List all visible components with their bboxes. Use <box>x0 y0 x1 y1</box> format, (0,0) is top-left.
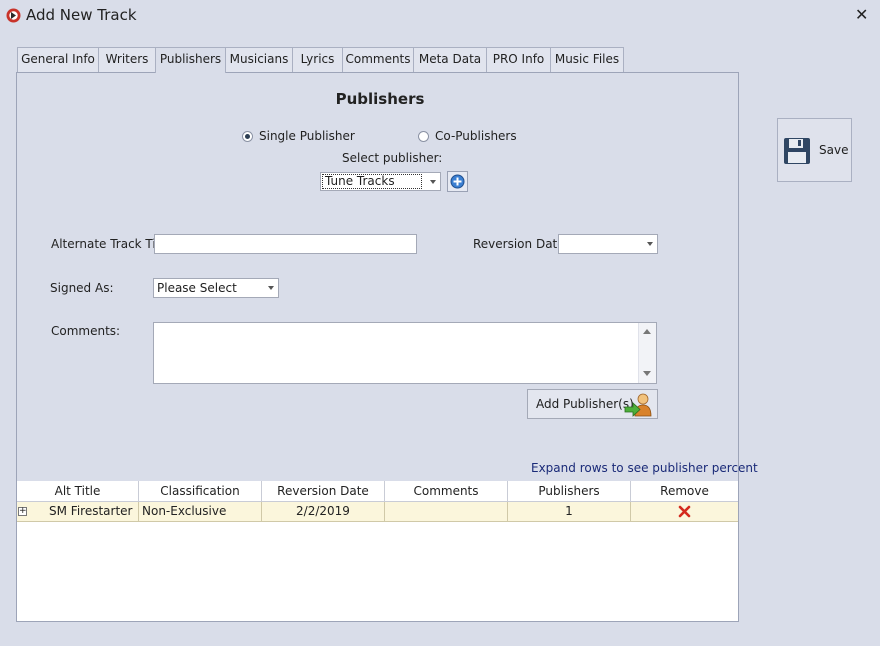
expand-row-icon[interactable]: + <box>18 507 27 516</box>
row-reversion-date: 2/2/2019 <box>262 502 385 522</box>
co-publishers-radio[interactable] <box>418 131 429 142</box>
tab-writers[interactable]: Writers <box>98 47 156 72</box>
single-publisher-label: Single Publisher <box>259 129 355 143</box>
column-header-publishers[interactable]: Publishers <box>508 481 631 502</box>
comments-textarea[interactable] <box>153 322 657 384</box>
signed-as-select[interactable]: Please Select <box>153 278 279 298</box>
chevron-down-icon <box>430 180 436 184</box>
row-remove-cell <box>631 502 738 522</box>
add-new-publisher-button[interactable] <box>447 171 468 192</box>
row-classification: Non-Exclusive <box>139 502 262 522</box>
plus-circle-icon <box>450 174 465 189</box>
save-label: Save <box>819 143 849 157</box>
row-publishers: 1 <box>508 502 631 522</box>
column-header-comments[interactable]: Comments <box>385 481 508 502</box>
column-header-classification[interactable]: Classification <box>139 481 262 502</box>
signed-as-label: Signed As: <box>50 281 114 295</box>
select-publisher-label: Select publisher: <box>342 151 443 165</box>
co-publishers-label: Co-Publishers <box>435 129 517 143</box>
comments-scrollbar[interactable] <box>638 323 656 383</box>
close-icon[interactable]: ✕ <box>855 5 868 24</box>
expand-rows-hint: Expand rows to see publisher percent <box>531 461 758 475</box>
scroll-down-icon[interactable] <box>643 371 651 376</box>
tab-music-files[interactable]: Music Files <box>550 47 624 72</box>
alt-title-input[interactable] <box>154 234 417 254</box>
tab-meta-data[interactable]: Meta Data <box>413 47 487 72</box>
publisher-select-value: Tune Tracks <box>322 174 422 189</box>
column-header-alt-title[interactable]: Alt Title <box>17 481 139 502</box>
reversion-date-label: Reversion Date: <box>473 237 569 251</box>
tab-comments[interactable]: Comments <box>342 47 414 72</box>
publishers-grid: Alt Title Classification Reversion Date … <box>17 481 738 621</box>
app-logo-icon <box>6 8 21 23</box>
signed-as-value: Please Select <box>157 281 237 295</box>
title-bar: Add New Track ✕ <box>0 0 880 30</box>
tab-general-info[interactable]: General Info <box>17 47 99 72</box>
single-publisher-radio[interactable] <box>242 131 253 142</box>
add-publishers-button[interactable]: Add Publisher(s) <box>527 389 658 419</box>
row-alt-title: SM Firestarter <box>49 504 133 518</box>
save-button[interactable]: Save <box>777 118 852 182</box>
column-header-remove[interactable]: Remove <box>631 481 738 502</box>
window-title: Add New Track <box>26 6 137 24</box>
reversion-date-picker[interactable] <box>558 234 658 254</box>
section-title: Publishers <box>335 90 425 108</box>
comments-label: Comments: <box>51 324 121 338</box>
publisher-select[interactable]: Tune Tracks <box>320 172 441 191</box>
column-header-reversion-date[interactable]: Reversion Date <box>262 481 385 502</box>
floppy-disk-icon <box>784 138 810 164</box>
tab-musicians[interactable]: Musicians <box>225 47 293 72</box>
add-publishers-label: Add Publisher(s) <box>536 397 634 411</box>
row-comments <box>385 502 508 522</box>
scroll-up-icon[interactable] <box>643 329 651 334</box>
tab-publishers[interactable]: Publishers <box>155 47 226 73</box>
table-row[interactable]: + SM Firestarter <box>17 502 139 522</box>
tab-lyrics[interactable]: Lyrics <box>292 47 343 72</box>
remove-icon[interactable] <box>678 505 691 518</box>
chevron-down-icon <box>647 242 653 246</box>
chevron-down-icon <box>268 286 274 290</box>
tab-pro-info[interactable]: PRO Info <box>486 47 551 72</box>
add-person-icon <box>624 393 652 417</box>
